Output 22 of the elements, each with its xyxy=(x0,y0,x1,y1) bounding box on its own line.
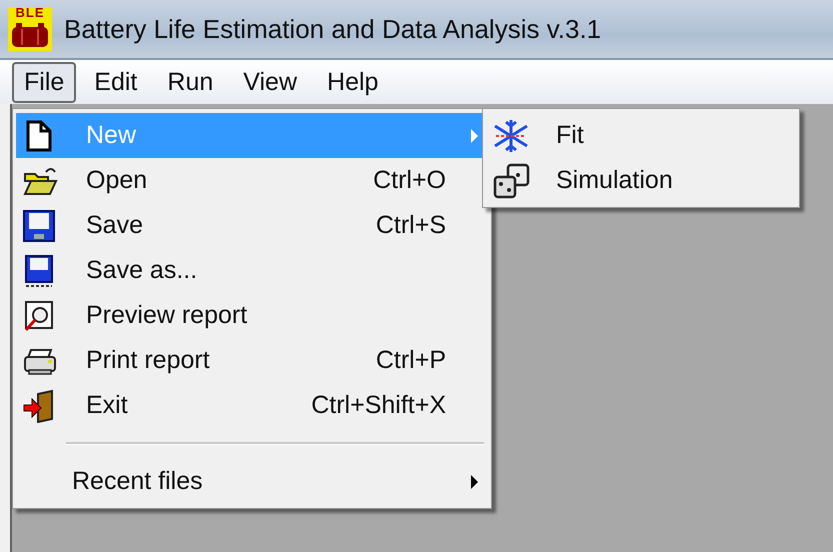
submenu-arrow-icon xyxy=(471,474,478,488)
menu-item[interactable]: Open Ctrl+O xyxy=(16,158,488,203)
menu-item[interactable]: Save as... xyxy=(16,248,488,293)
app-logo-icon: BLE xyxy=(8,7,52,51)
dice-icon xyxy=(492,162,532,198)
menu-bar-item[interactable]: Help xyxy=(315,62,390,102)
menu-item[interactable]: Exit Ctrl+Shift+X xyxy=(16,383,488,428)
menu-bar-item[interactable]: Edit xyxy=(82,62,150,102)
menu-item[interactable]: Save Ctrl+S xyxy=(16,203,488,248)
floppy-disk-icon xyxy=(22,254,56,288)
menu-item[interactable]: Recent files xyxy=(16,459,488,504)
snowflake-icon xyxy=(492,118,530,154)
magnifier-icon xyxy=(22,298,56,332)
submenu-arrow-icon xyxy=(471,128,478,142)
menu-bar-item[interactable]: Run xyxy=(155,62,226,102)
menu-item[interactable]: Print report Ctrl+P xyxy=(16,338,488,383)
menu-bar-item[interactable]: File xyxy=(12,62,76,102)
menu-item[interactable]: Fit xyxy=(486,113,796,158)
menu-item[interactable]: Simulation xyxy=(486,158,796,203)
menu-bar-item[interactable]: View xyxy=(231,62,310,102)
window-title: Battery Life Estimation and Data Analysis v.3.1 xyxy=(64,14,602,44)
menu-item[interactable]: Preview report xyxy=(16,293,488,338)
